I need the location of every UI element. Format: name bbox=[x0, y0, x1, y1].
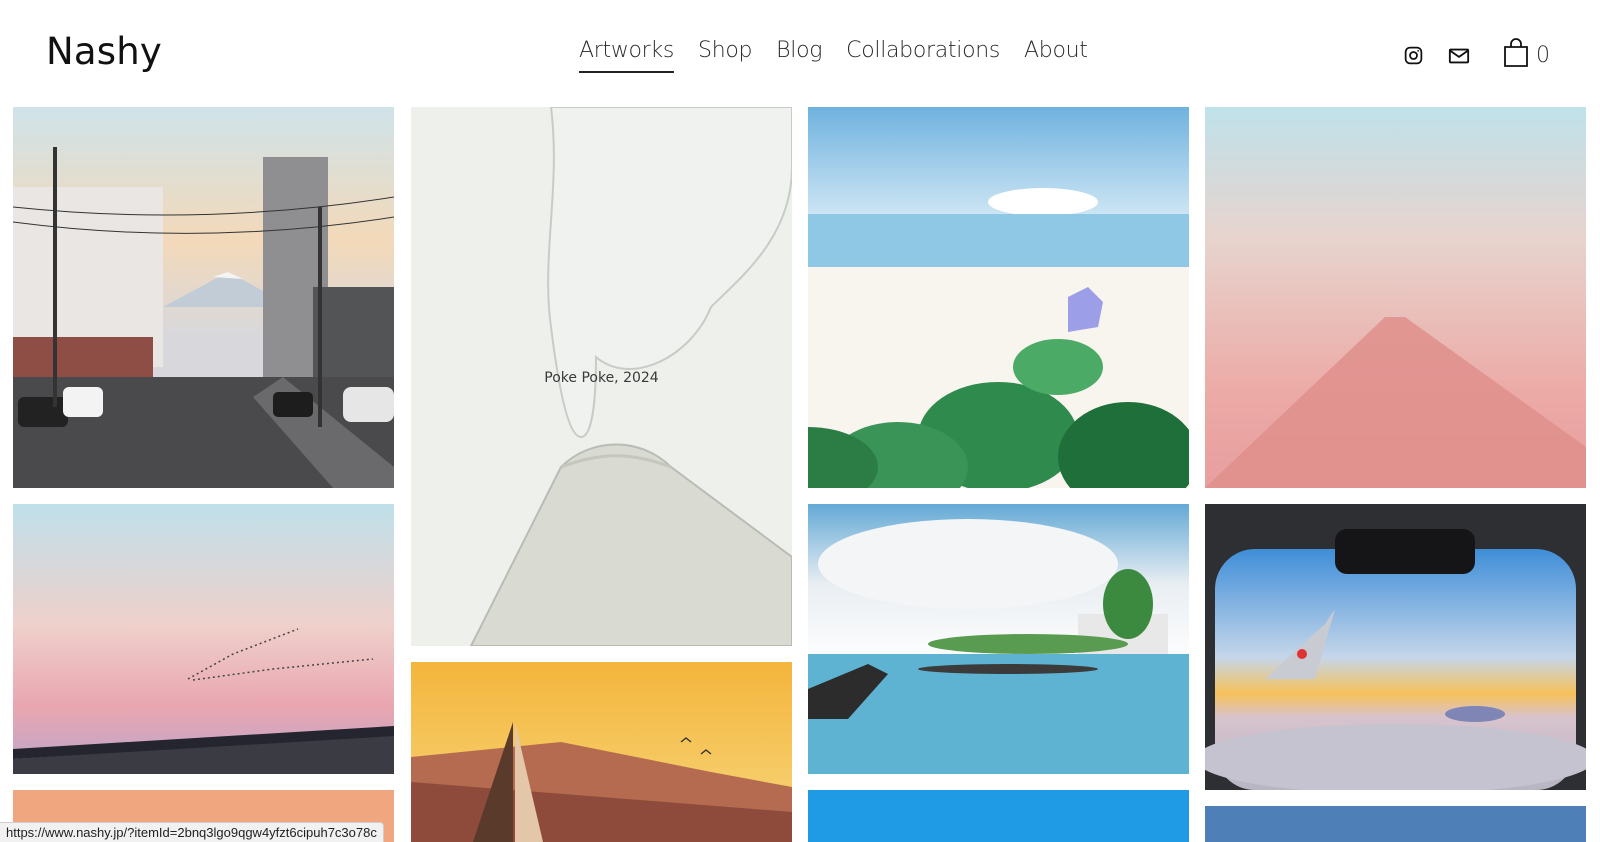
cart-count: 0 bbox=[1536, 43, 1550, 68]
artwork-image bbox=[808, 504, 1189, 774]
artwork-image bbox=[808, 790, 1189, 842]
main-nav: Artworks Shop Blog Collaborations About bbox=[579, 38, 1088, 73]
cart-button[interactable]: 0 bbox=[1502, 38, 1550, 73]
site-logo[interactable]: Nashy bbox=[46, 30, 162, 73]
artwork-tile[interactable]: Poke Poke, 2024 bbox=[411, 107, 792, 646]
artwork-image bbox=[13, 504, 394, 774]
artwork-image bbox=[411, 662, 792, 842]
nav-shop[interactable]: Shop bbox=[698, 38, 752, 73]
artwork-tile[interactable] bbox=[411, 662, 792, 842]
nav-about[interactable]: About bbox=[1024, 38, 1088, 73]
nav-artworks[interactable]: Artworks bbox=[579, 38, 674, 73]
artwork-tile[interactable] bbox=[13, 504, 394, 774]
artwork-tile[interactable] bbox=[808, 107, 1189, 488]
artwork-image bbox=[13, 107, 394, 488]
artwork-hover-caption: Poke Poke, 2024 bbox=[544, 370, 659, 386]
artwork-tile[interactable] bbox=[1205, 806, 1586, 842]
artwork-image bbox=[1205, 806, 1586, 842]
artwork-tile[interactable] bbox=[1205, 504, 1586, 790]
artwork-tile[interactable] bbox=[1205, 107, 1586, 488]
artwork-image bbox=[1205, 107, 1586, 488]
artwork-image bbox=[808, 107, 1189, 488]
site-header: Nashy Artworks Shop Blog Collaborations … bbox=[0, 0, 1600, 105]
artwork-tile[interactable] bbox=[13, 107, 394, 488]
nav-blog[interactable]: Blog bbox=[776, 38, 822, 73]
instagram-icon[interactable] bbox=[1400, 43, 1426, 69]
artwork-tile[interactable] bbox=[808, 504, 1189, 774]
browser-status-bar: https://www.nashy.jp/?itemId=2bnq3lgo9qg… bbox=[0, 822, 384, 842]
header-actions: 0 bbox=[1400, 38, 1550, 73]
nav-collaborations[interactable]: Collaborations bbox=[846, 38, 1000, 73]
mail-icon[interactable] bbox=[1446, 43, 1472, 69]
artwork-image bbox=[1205, 504, 1586, 790]
shopping-bag-icon bbox=[1502, 38, 1530, 73]
artwork-tile[interactable] bbox=[808, 790, 1189, 842]
